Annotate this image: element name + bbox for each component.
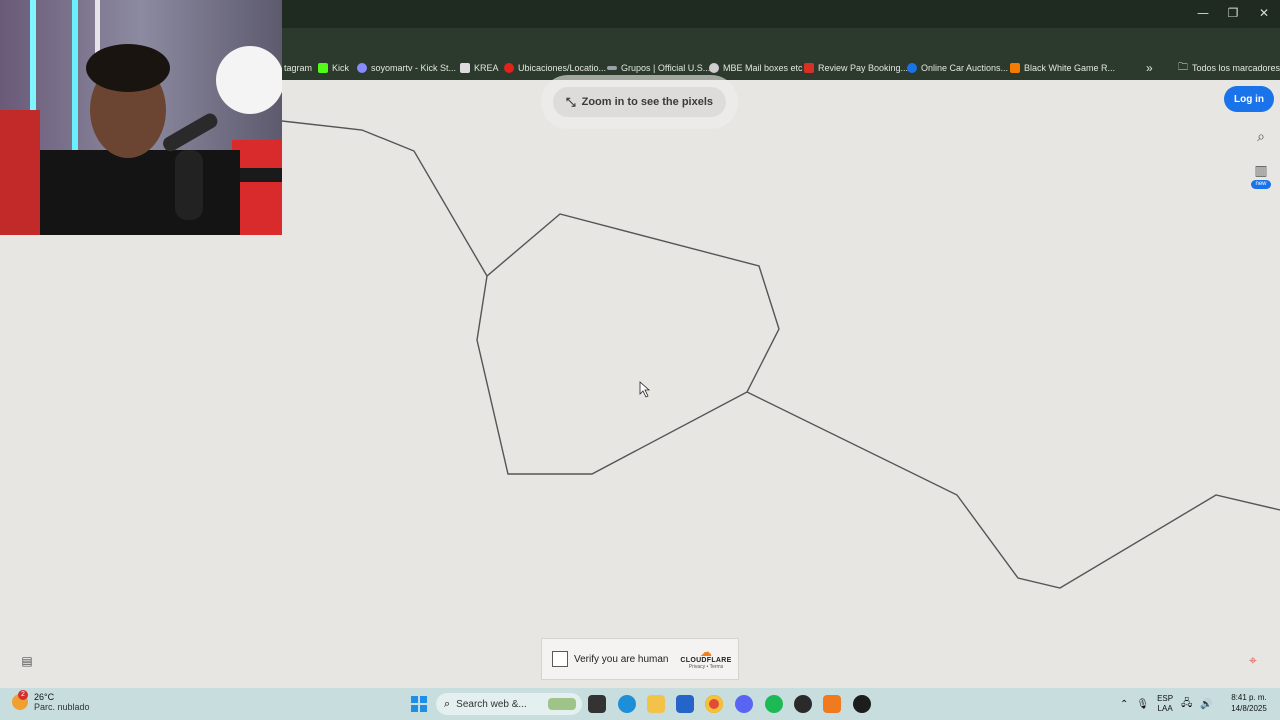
folder-icon: 🗀 xyxy=(1178,61,1188,73)
edge-icon[interactable] xyxy=(618,695,636,713)
kick-stream-icon xyxy=(357,63,367,73)
captcha-checkbox[interactable] xyxy=(552,651,568,667)
globe-icon xyxy=(709,63,719,73)
kick-icon xyxy=(318,63,328,73)
bookmark-item[interactable]: Grupos | Official U.S... xyxy=(607,60,710,76)
login-button[interactable]: Log in xyxy=(1224,86,1274,112)
restore-icon[interactable]: ❐ xyxy=(1222,4,1244,22)
bookmark-item[interactable]: KREA xyxy=(460,60,499,76)
task-view-icon[interactable] xyxy=(588,695,606,713)
new-badge: new xyxy=(1251,180,1271,189)
volume-icon[interactable]: 🔊 xyxy=(1200,699,1212,710)
search-icon: ⌕ xyxy=(444,697,451,710)
bookmark-item[interactable]: Online Car Auctions... xyxy=(907,60,1008,76)
weather-widget[interactable]: 2 26°C Parc. nublado xyxy=(12,690,90,712)
zoom-hint-pill: ⤡ Zoom in to see the pixels xyxy=(553,87,726,117)
bookmark-item[interactable]: Black White Game R... xyxy=(1010,60,1115,76)
obs-icon[interactable] xyxy=(794,695,812,713)
all-bookmarks-button[interactable]: 🗀 Todos los marcadores xyxy=(1178,60,1280,76)
chrome-icon[interactable] xyxy=(705,695,723,713)
network-icon[interactable]: 🖧 xyxy=(1181,696,1192,713)
bookmark-item[interactable]: MBE Mail boxes etc xyxy=(709,60,803,76)
system-tray: ⌃ 🎙 ESP LAA 🖧 🔊 xyxy=(1120,692,1213,716)
windows-start-icon[interactable] xyxy=(411,696,427,712)
app-dark-icon[interactable] xyxy=(853,695,871,713)
close-icon[interactable]: ✕ xyxy=(1253,4,1275,22)
game-icon xyxy=(1010,63,1020,73)
mouse-cursor-icon xyxy=(639,381,651,398)
search-highlight-icon xyxy=(548,698,576,710)
cloudflare-cloud-icon: ☁ xyxy=(700,645,712,659)
bookmark-item[interactable]: soyomartv - Kick St... xyxy=(357,60,456,76)
zoom-cursor-icon: ⤡ xyxy=(565,94,576,109)
location-icon xyxy=(504,63,514,73)
windows-taskbar: 2 26°C Parc. nublado ⌕ Search web &... ⌃… xyxy=(0,688,1280,720)
country-border-line xyxy=(746,391,1280,589)
bookmark-item[interactable]: Ubicaciones/Locatio... xyxy=(504,60,606,76)
app-orange-icon[interactable] xyxy=(823,695,841,713)
country-border-line xyxy=(281,120,780,475)
review-icon xyxy=(804,63,814,73)
microphone-icon[interactable]: 🎙 xyxy=(1136,699,1149,710)
bookmarks-overflow-button[interactable]: » xyxy=(1146,60,1153,76)
weather-icon: 2 xyxy=(12,690,28,710)
stats-icon[interactable]: ▥ xyxy=(1250,160,1272,182)
captcha-links[interactable]: Privacy • Terms xyxy=(680,664,732,670)
spotify-icon[interactable] xyxy=(765,695,783,713)
bookmark-item[interactable]: Kick xyxy=(318,60,349,76)
taskbar-search[interactable]: ⌕ Search web &... xyxy=(436,693,582,715)
store-icon[interactable] xyxy=(676,695,694,713)
search-location-icon[interactable]: ⌕ xyxy=(1250,126,1272,148)
webcam-overlay xyxy=(0,0,282,235)
link-icon xyxy=(607,66,617,70)
bookmark-item[interactable]: Review Pay Booking... xyxy=(804,60,908,76)
file-explorer-icon[interactable] xyxy=(647,695,665,713)
captcha-widget: Verify you are human ☁ CLOUDFLARE Privac… xyxy=(541,638,739,680)
zoom-hint-text: Zoom in to see the pixels xyxy=(581,96,714,108)
captcha-label: Verify you are human xyxy=(574,653,669,665)
clock[interactable]: 8:41 p. m. 14/8/2025 xyxy=(1226,692,1272,714)
chevron-up-icon[interactable]: ⌃ xyxy=(1120,699,1128,710)
krea-icon xyxy=(460,63,470,73)
car-auction-icon xyxy=(907,63,917,73)
minimize-icon[interactable]: — xyxy=(1192,4,1214,22)
weather-badge: 2 xyxy=(18,690,28,700)
cloudflare-logo: ☁ CLOUDFLARE Privacy • Terms xyxy=(680,645,732,670)
bookmark-item[interactable]: tagram xyxy=(284,60,312,76)
discord-icon[interactable] xyxy=(735,695,753,713)
layers-icon[interactable]: ▤ xyxy=(16,650,38,672)
language-indicator[interactable]: ESP LAA xyxy=(1157,694,1173,714)
locate-icon[interactable]: ⌖ xyxy=(1242,650,1264,672)
